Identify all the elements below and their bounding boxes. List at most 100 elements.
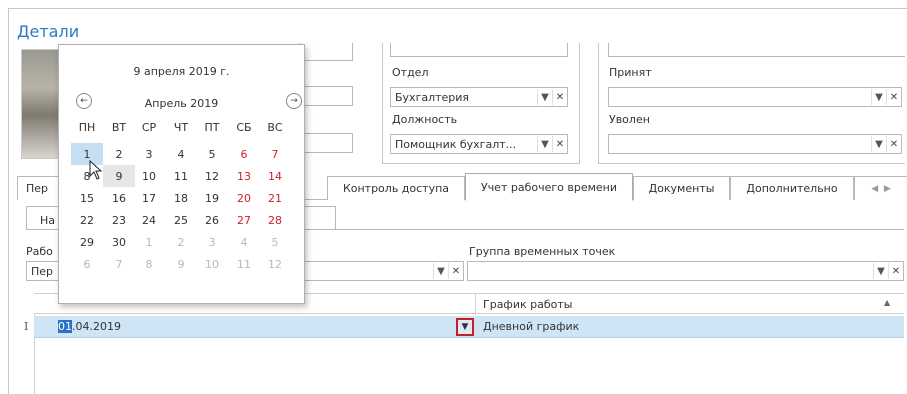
calendar-day[interactable]: 5 <box>196 143 228 165</box>
chevron-down-icon[interactable]: ▼ <box>873 263 888 279</box>
calendar-day[interactable]: 3 <box>133 143 165 165</box>
position-label: Должность <box>392 113 458 126</box>
employment-top-field[interactable] <box>608 43 905 57</box>
row-date-cell[interactable]: 01.04.2019 <box>58 320 121 333</box>
calendar-day-other-month[interactable]: 6 <box>71 253 103 275</box>
calendar-day[interactable]: 15 <box>71 187 103 209</box>
calendar-day-other-month[interactable]: 11 <box>228 253 260 275</box>
calendar-day-other-month[interactable]: 3 <box>196 231 228 253</box>
calendar-day[interactable]: 29 <box>71 231 103 253</box>
name-field-1[interactable] <box>300 43 353 61</box>
calendar-day-other-month[interactable]: 5 <box>259 231 291 253</box>
row-schedule-cell[interactable]: Дневной график <box>483 320 579 333</box>
weekday-label: ПТ <box>204 121 220 134</box>
clear-icon[interactable]: ✕ <box>448 263 463 279</box>
tab-scroll-left-icon[interactable]: ◀ <box>871 184 878 194</box>
calendar-day-other-month[interactable]: 10 <box>196 253 228 275</box>
subtab-label[interactable]: На <box>40 214 55 227</box>
calendar-day[interactable]: 6 <box>228 143 260 165</box>
date-rest-part: .04.2019 <box>72 320 121 333</box>
calendar-day-other-month[interactable]: 9 <box>165 253 197 275</box>
calendar-day-other-month[interactable]: 2 <box>165 231 197 253</box>
calendar-day-other-month[interactable]: 1 <box>133 231 165 253</box>
department-combo[interactable]: Бухгалтерия ▼ ✕ <box>390 87 568 107</box>
calendar-day[interactable]: 24 <box>133 209 165 231</box>
col-schedule-header[interactable]: График работы <box>483 298 572 311</box>
hired-label: Принят <box>609 66 652 79</box>
chevron-down-icon[interactable]: ▼ <box>537 89 552 105</box>
calendar-day[interactable]: 30 <box>103 231 135 253</box>
calendar-day[interactable]: 13 <box>228 165 260 187</box>
calendar-day-other-month[interactable]: 12 <box>259 253 291 275</box>
department-label: Отдел <box>392 66 429 79</box>
calendar-day[interactable]: 26 <box>196 209 228 231</box>
time-group-combo[interactable]: ▼ ✕ <box>467 261 904 281</box>
weekday-label: СБ <box>236 121 252 134</box>
grid-col-divider <box>475 294 476 315</box>
chevron-down-icon[interactable]: ▼ <box>871 136 886 152</box>
calendar-day[interactable]: 25 <box>165 209 197 231</box>
calendar-day[interactable]: 2 <box>103 143 135 165</box>
arrow-right-circle-icon[interactable]: → <box>286 93 302 109</box>
calendar-day[interactable]: 11 <box>165 165 197 187</box>
fired-date-combo[interactable]: ▼ ✕ <box>608 134 902 154</box>
calendar-day[interactable]: 4 <box>165 143 197 165</box>
position-value: Помощник бухгалт... <box>395 137 517 151</box>
tab-personal[interactable]: Пер <box>17 176 62 200</box>
date-selected-part: 01 <box>58 320 72 333</box>
tab-documents[interactable]: Документы <box>633 176 730 200</box>
clear-icon[interactable]: ✕ <box>886 136 901 152</box>
work-label: Рабо <box>26 245 53 258</box>
chevron-down-icon[interactable]: ▼ <box>537 136 552 152</box>
calendar-day[interactable]: 16 <box>103 187 135 209</box>
clear-icon[interactable]: ✕ <box>552 89 567 105</box>
clear-icon[interactable]: ✕ <box>552 136 567 152</box>
weekday-label: ВС <box>267 121 283 134</box>
calendar-day-other-month[interactable]: 4 <box>228 231 260 253</box>
calendar-today-label[interactable]: 9 апреля 2019 г. <box>59 65 304 78</box>
calendar-day[interactable]: 7 <box>259 143 291 165</box>
chevron-down-icon: ▼ <box>461 322 469 332</box>
page-title: Детали <box>17 22 80 41</box>
calendar-day[interactable]: 22 <box>71 209 103 231</box>
calendar-day[interactable]: 21 <box>259 187 291 209</box>
name-field-3[interactable] <box>300 133 353 153</box>
calendar-day[interactable]: 9 <box>103 165 135 187</box>
calendar-day[interactable]: 23 <box>103 209 135 231</box>
tab-additional[interactable]: Дополнительно <box>730 176 854 200</box>
calendar-day[interactable]: 27 <box>228 209 260 231</box>
position-combo[interactable]: Помощник бухгалт... ▼ ✕ <box>390 134 568 154</box>
calendar-day[interactable]: 10 <box>133 165 165 187</box>
clear-icon[interactable]: ✕ <box>888 263 903 279</box>
calendar-month-label[interactable]: Апрель 2019 <box>59 97 304 110</box>
clear-icon[interactable]: ✕ <box>886 89 901 105</box>
calendar-day[interactable]: 14 <box>259 165 291 187</box>
calendar-day[interactable]: 19 <box>196 187 228 209</box>
sort-asc-icon[interactable]: ▲ <box>884 298 890 307</box>
tab-time-tracking[interactable]: Учет рабочего времени <box>465 173 633 201</box>
calendar-popup: 9 апреля 2019 г. ← Апрель 2019 → ПН ВТ СР Ч… <box>58 44 305 304</box>
calendar-day[interactable]: 18 <box>165 187 197 209</box>
chevron-down-icon[interactable]: ▼ <box>871 89 886 105</box>
chevron-down-icon[interactable]: ▼ <box>433 263 448 279</box>
name-field-2[interactable] <box>300 86 353 106</box>
mouse-cursor-icon <box>89 160 103 180</box>
tab-access-control[interactable]: Контроль доступа <box>327 176 465 200</box>
tab-scroll[interactable]: ◀ ▶ <box>854 176 907 200</box>
tab-scroll-right-icon[interactable]: ▶ <box>884 184 891 194</box>
calendar-day[interactable]: 12 <box>196 165 228 187</box>
calendar-day-other-month[interactable]: 7 <box>103 253 135 275</box>
row-indicator-icon: I <box>24 320 29 333</box>
date-dropdown-button[interactable]: ▼ <box>456 318 474 336</box>
department-value: Бухгалтерия <box>395 90 470 104</box>
calendar-day-other-month[interactable]: 8 <box>133 253 165 275</box>
department-top-field[interactable] <box>390 43 568 57</box>
calendar-day[interactable]: 17 <box>133 187 165 209</box>
weekday-label: ЧТ <box>173 121 189 134</box>
weekday-label: СР <box>141 121 157 134</box>
weekday-label: ВТ <box>111 121 127 134</box>
weekday-label: ПН <box>78 121 96 134</box>
calendar-day[interactable]: 20 <box>228 187 260 209</box>
calendar-day[interactable]: 28 <box>259 209 291 231</box>
hired-date-combo[interactable]: ▼ ✕ <box>608 87 902 107</box>
